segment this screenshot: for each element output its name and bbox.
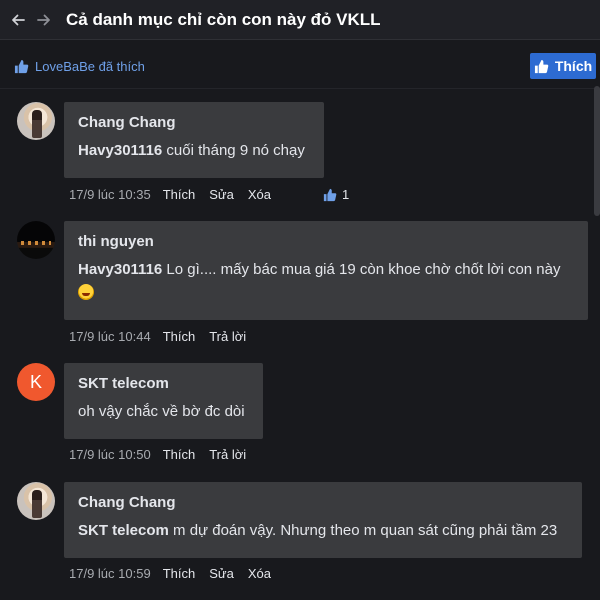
mention-link[interactable]: SKT telecom <box>78 522 169 539</box>
comment-body: m dự đoán vậy. Nhưng theo m quan sát cũn… <box>168 522 558 539</box>
like-action[interactable]: Thích <box>163 566 196 581</box>
liked-by-link[interactable]: LoveBaBe đã thích <box>14 59 145 74</box>
comment-text-line2 <box>78 283 574 305</box>
mention-link[interactable]: Havy301116 <box>78 142 162 159</box>
comment-body: oh vậy chắc về bờ đc dòi <box>78 403 245 420</box>
like-button[interactable]: Thích <box>530 53 596 79</box>
comment-time[interactable]: 17/9 lúc 10:35 <box>69 187 151 202</box>
avatar[interactable]: K <box>17 363 55 401</box>
comment-meta: 17/9 lúc 10:50 Thích Trả lời <box>69 447 260 462</box>
avatar[interactable] <box>17 482 55 520</box>
page-title: Cả danh mục chỉ còn con này đỏ VKLL <box>66 9 381 29</box>
like-action[interactable]: Thích <box>163 447 196 462</box>
mention-link[interactable]: Havy301116 <box>78 261 162 278</box>
back-arrow-icon[interactable] <box>4 0 32 40</box>
comment-text: Havy301116 cuối tháng 9 nó chạy <box>78 140 310 162</box>
comment-meta: 17/9 lúc 10:44 Thích Trả lời <box>69 329 260 344</box>
comment-bubble: thi nguyen Havy301116 Lo gì.... mấy bác … <box>64 221 588 320</box>
edit-action[interactable]: Sửa <box>209 187 234 202</box>
thumbs-up-icon <box>14 59 29 73</box>
like-action[interactable]: Thích <box>163 329 196 344</box>
thumbs-up-icon <box>323 188 337 201</box>
like-count[interactable]: 1 <box>323 187 349 202</box>
edit-action[interactable]: Sửa <box>209 566 234 581</box>
comment-time[interactable]: 17/9 lúc 10:50 <box>69 447 151 462</box>
comment-time[interactable]: 17/9 lúc 10:59 <box>69 566 151 581</box>
divider <box>0 88 600 89</box>
delete-action[interactable]: Xóa <box>248 187 271 202</box>
avatar[interactable] <box>17 221 55 259</box>
forward-arrow-icon[interactable] <box>30 0 58 40</box>
comment-body: cuối tháng 9 nó chạy <box>162 142 305 159</box>
comment-time[interactable]: 17/9 lúc 10:44 <box>69 329 151 344</box>
comment-bubble: Chang Chang Havy301116 cuối tháng 9 nó c… <box>64 102 324 178</box>
like-action[interactable]: Thích <box>163 187 196 202</box>
reply-action[interactable]: Trả lời <box>209 329 246 344</box>
laughing-emoji-icon <box>78 284 94 300</box>
thumbs-up-icon <box>534 59 549 73</box>
comment-bubble: Chang Chang SKT telecom m dự đoán vậy. N… <box>64 482 582 558</box>
scrollbar[interactable] <box>594 86 600 216</box>
comment-author[interactable]: thi nguyen <box>78 233 574 250</box>
like-count-value: 1 <box>341 187 350 202</box>
comment-text: Havy301116 Lo gì.... mấy bác mua giá 19 … <box>78 259 574 281</box>
comment-author[interactable]: Chang Chang <box>78 114 310 131</box>
like-button-label: Thích <box>554 58 593 74</box>
comment-body: Lo gì.... mấy bác mua giá 19 còn khoe ch… <box>162 261 561 278</box>
avatar[interactable] <box>17 102 55 140</box>
comment-text: SKT telecom m dự đoán vậy. Nhưng theo m … <box>78 520 568 542</box>
comment-bubble: SKT telecom oh vậy chắc về bờ đc dòi <box>64 363 263 439</box>
delete-action[interactable]: Xóa <box>248 566 271 581</box>
liked-by-text: LoveBaBe đã thích <box>35 58 145 74</box>
comment-author[interactable]: SKT telecom <box>78 375 249 392</box>
reply-action[interactable]: Trả lời <box>209 447 246 462</box>
comment-author[interactable]: Chang Chang <box>78 494 568 511</box>
comment-meta: 17/9 lúc 10:35 Thích Sửa Xóa 1 <box>69 187 349 202</box>
header-bar: Cả danh mục chỉ còn con này đỏ VKLL <box>0 0 600 40</box>
comment-meta: 17/9 lúc 10:59 Thích Sửa Xóa <box>69 566 285 581</box>
like-summary-bar: LoveBaBe đã thích Thích <box>0 52 600 80</box>
